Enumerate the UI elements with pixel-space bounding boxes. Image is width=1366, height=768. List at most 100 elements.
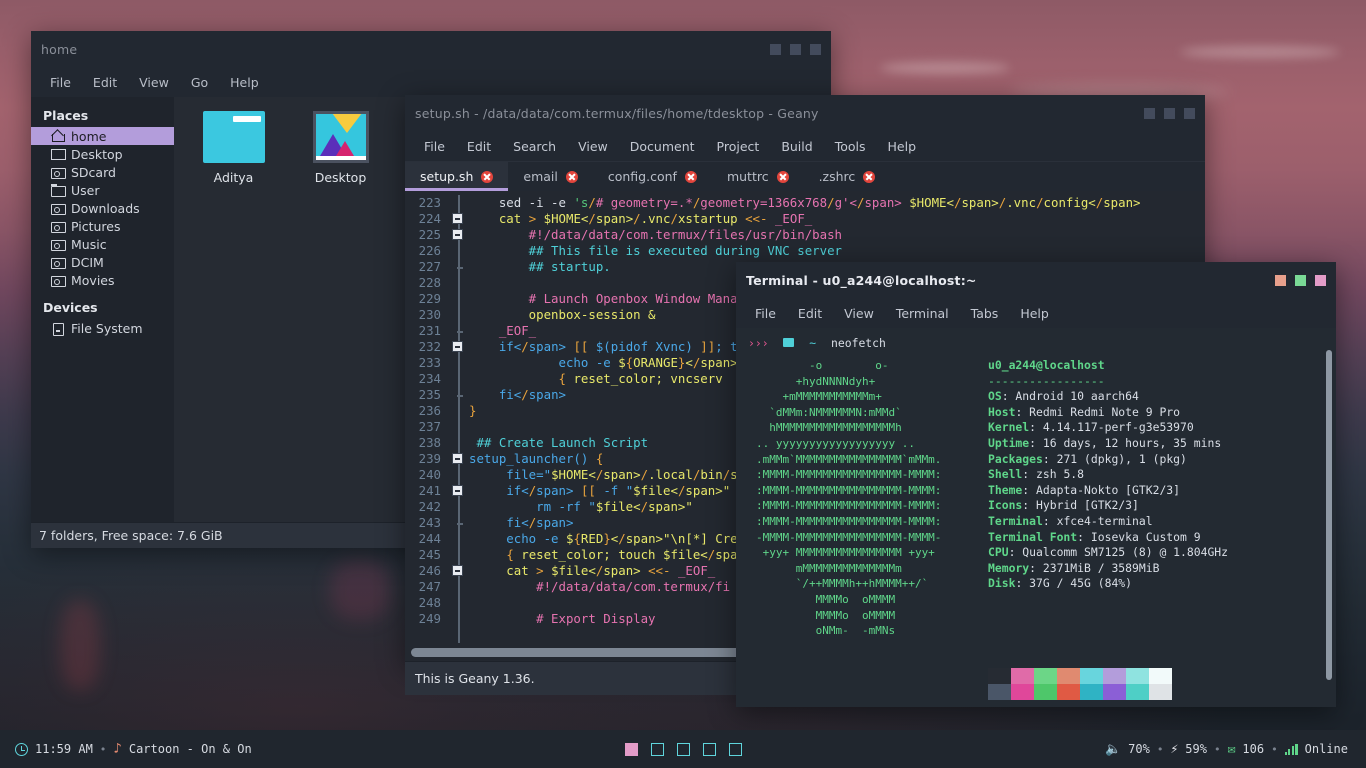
file-manager-titlebar[interactable]: home bbox=[31, 31, 831, 67]
minimize-button[interactable] bbox=[770, 43, 781, 55]
workspace-5[interactable] bbox=[728, 742, 742, 756]
fold-toggle[interactable] bbox=[452, 485, 463, 496]
menu-help[interactable]: Help bbox=[877, 136, 928, 157]
fold-toggle[interactable] bbox=[452, 341, 463, 352]
menu-help[interactable]: Help bbox=[1009, 303, 1060, 324]
fold-end-marker bbox=[457, 395, 463, 397]
file-manager-menubar[interactable]: File Edit View Go Help bbox=[31, 67, 831, 97]
workspace-3[interactable] bbox=[676, 742, 690, 756]
workspace-4[interactable] bbox=[702, 742, 716, 756]
workspace-2[interactable] bbox=[650, 742, 664, 756]
menu-file[interactable]: File bbox=[39, 72, 82, 93]
menu-terminal[interactable]: Terminal bbox=[885, 303, 960, 324]
maximize-button[interactable] bbox=[790, 43, 801, 55]
maximize-button[interactable] bbox=[1164, 107, 1175, 119]
sidebar-item-sdcard[interactable]: SDcard bbox=[31, 163, 174, 181]
fold-toggle[interactable] bbox=[452, 213, 463, 224]
palette-swatch bbox=[1057, 668, 1080, 684]
fold-toggle[interactable] bbox=[452, 229, 463, 240]
menu-go[interactable]: Go bbox=[180, 72, 219, 93]
media-folder-icon bbox=[51, 256, 66, 269]
menu-file[interactable]: File bbox=[744, 303, 787, 324]
tab-zshrc[interactable]: .zshrc bbox=[804, 162, 891, 191]
minimize-button[interactable] bbox=[1144, 107, 1155, 119]
sidebar-item-file-system[interactable]: File System bbox=[31, 319, 174, 337]
sidebar-item-downloads[interactable]: Downloads bbox=[31, 199, 174, 217]
sidebar-item-label: Pictures bbox=[71, 218, 121, 234]
sidebar-item-user[interactable]: User bbox=[31, 181, 174, 199]
menu-file[interactable]: File bbox=[413, 136, 456, 157]
fold-toggle[interactable] bbox=[452, 453, 463, 464]
terminal-window-buttons bbox=[1275, 274, 1326, 286]
fold-toggle[interactable] bbox=[452, 565, 463, 576]
menu-view[interactable]: View bbox=[128, 72, 180, 93]
palette-swatch bbox=[988, 668, 1011, 684]
menu-help[interactable]: Help bbox=[219, 72, 270, 93]
menu-edit[interactable]: Edit bbox=[82, 72, 128, 93]
menu-document[interactable]: Document bbox=[619, 136, 706, 157]
menu-search[interactable]: Search bbox=[502, 136, 567, 157]
sidebar-item-desktop[interactable]: Desktop bbox=[31, 145, 174, 163]
tab-config-conf[interactable]: config.conf bbox=[593, 162, 712, 191]
terminal-menubar[interactable]: File Edit View Terminal Tabs Help bbox=[736, 298, 1336, 328]
close-icon[interactable] bbox=[565, 170, 578, 183]
geany-tab-bar[interactable]: setup.sh email config.conf muttrc .zshrc bbox=[405, 161, 1205, 191]
sidebar-item-pictures[interactable]: Pictures bbox=[31, 217, 174, 235]
terminal-content[interactable]: ››› ~ neofetch -o o- +hydNNNNdyh+ +mMMMM… bbox=[736, 328, 1336, 707]
close-button[interactable] bbox=[810, 43, 821, 55]
menu-edit[interactable]: Edit bbox=[456, 136, 502, 157]
file-item-desktop[interactable]: Desktop bbox=[303, 111, 378, 185]
file-manager-title: home bbox=[41, 41, 78, 57]
palette-swatch bbox=[1034, 684, 1057, 700]
tab-setup-sh[interactable]: setup.sh bbox=[405, 162, 509, 191]
scrollbar-thumb[interactable] bbox=[1326, 350, 1332, 680]
terminal-scrollbar[interactable] bbox=[1326, 336, 1332, 701]
palette-row-2 bbox=[988, 684, 1172, 700]
close-button[interactable] bbox=[1315, 274, 1326, 286]
maximize-button[interactable] bbox=[1295, 274, 1306, 286]
close-icon[interactable] bbox=[776, 170, 789, 183]
terminal-window[interactable]: Terminal - u0_a244@localhost:~ File Edit… bbox=[736, 262, 1336, 707]
geany-menubar[interactable]: File Edit Search View Document Project B… bbox=[405, 131, 1205, 161]
terminal-prompt-line: ››› ~ neofetch bbox=[748, 336, 886, 352]
home-icon bbox=[51, 130, 65, 142]
fold-end-marker bbox=[457, 331, 463, 333]
sidebar-item-movies[interactable]: Movies bbox=[31, 271, 174, 289]
geany-titlebar[interactable]: setup.sh - /data/data/com.termux/files/h… bbox=[405, 95, 1205, 131]
close-button[interactable] bbox=[1184, 107, 1195, 119]
media-folder-icon bbox=[51, 220, 66, 233]
palette-swatch bbox=[1034, 668, 1057, 684]
taskbar[interactable]: 11:59 AM • ♪ Cartoon - On & On 🔈 70% • ⚡… bbox=[0, 730, 1366, 768]
tab-label: config.conf bbox=[607, 169, 677, 184]
menu-project[interactable]: Project bbox=[706, 136, 771, 157]
palette-swatch bbox=[1149, 684, 1172, 700]
menu-view[interactable]: View bbox=[567, 136, 619, 157]
menu-edit[interactable]: Edit bbox=[787, 303, 833, 324]
close-icon[interactable] bbox=[481, 170, 494, 183]
sidebar-item-music[interactable]: Music bbox=[31, 235, 174, 253]
close-icon[interactable] bbox=[684, 170, 697, 183]
sidebar-item-dcim[interactable]: DCIM bbox=[31, 253, 174, 271]
menu-tools[interactable]: Tools bbox=[824, 136, 877, 157]
geany-window-buttons bbox=[1144, 107, 1195, 119]
minimize-button[interactable] bbox=[1275, 274, 1286, 286]
geany-fold-margin[interactable] bbox=[447, 191, 469, 643]
terminal-titlebar[interactable]: Terminal - u0_a244@localhost:~ bbox=[736, 262, 1336, 298]
workspace-switcher[interactable] bbox=[0, 742, 1366, 756]
file-item-label: Desktop bbox=[314, 170, 367, 185]
menu-tabs[interactable]: Tabs bbox=[960, 303, 1010, 324]
sidebar-item-label: DCIM bbox=[71, 254, 104, 270]
workspace-1[interactable] bbox=[624, 742, 638, 756]
tab-muttrc[interactable]: muttrc bbox=[712, 162, 804, 191]
sidebar-item-home[interactable]: home bbox=[31, 127, 174, 145]
media-folder-icon bbox=[51, 274, 66, 287]
close-icon[interactable] bbox=[863, 170, 876, 183]
menu-build[interactable]: Build bbox=[770, 136, 823, 157]
tab-email[interactable]: email bbox=[508, 162, 592, 191]
fold-end-marker bbox=[457, 267, 463, 269]
scrollbar-thumb[interactable] bbox=[411, 647, 751, 657]
neofetch-info: u0_a244@localhost ----------------- OS: … bbox=[988, 358, 1229, 591]
file-manager-sidebar[interactable]: Places home Desktop SDcard User Download… bbox=[31, 97, 174, 522]
file-item-aditya[interactable]: Aditya bbox=[196, 111, 271, 185]
menu-view[interactable]: View bbox=[833, 303, 885, 324]
